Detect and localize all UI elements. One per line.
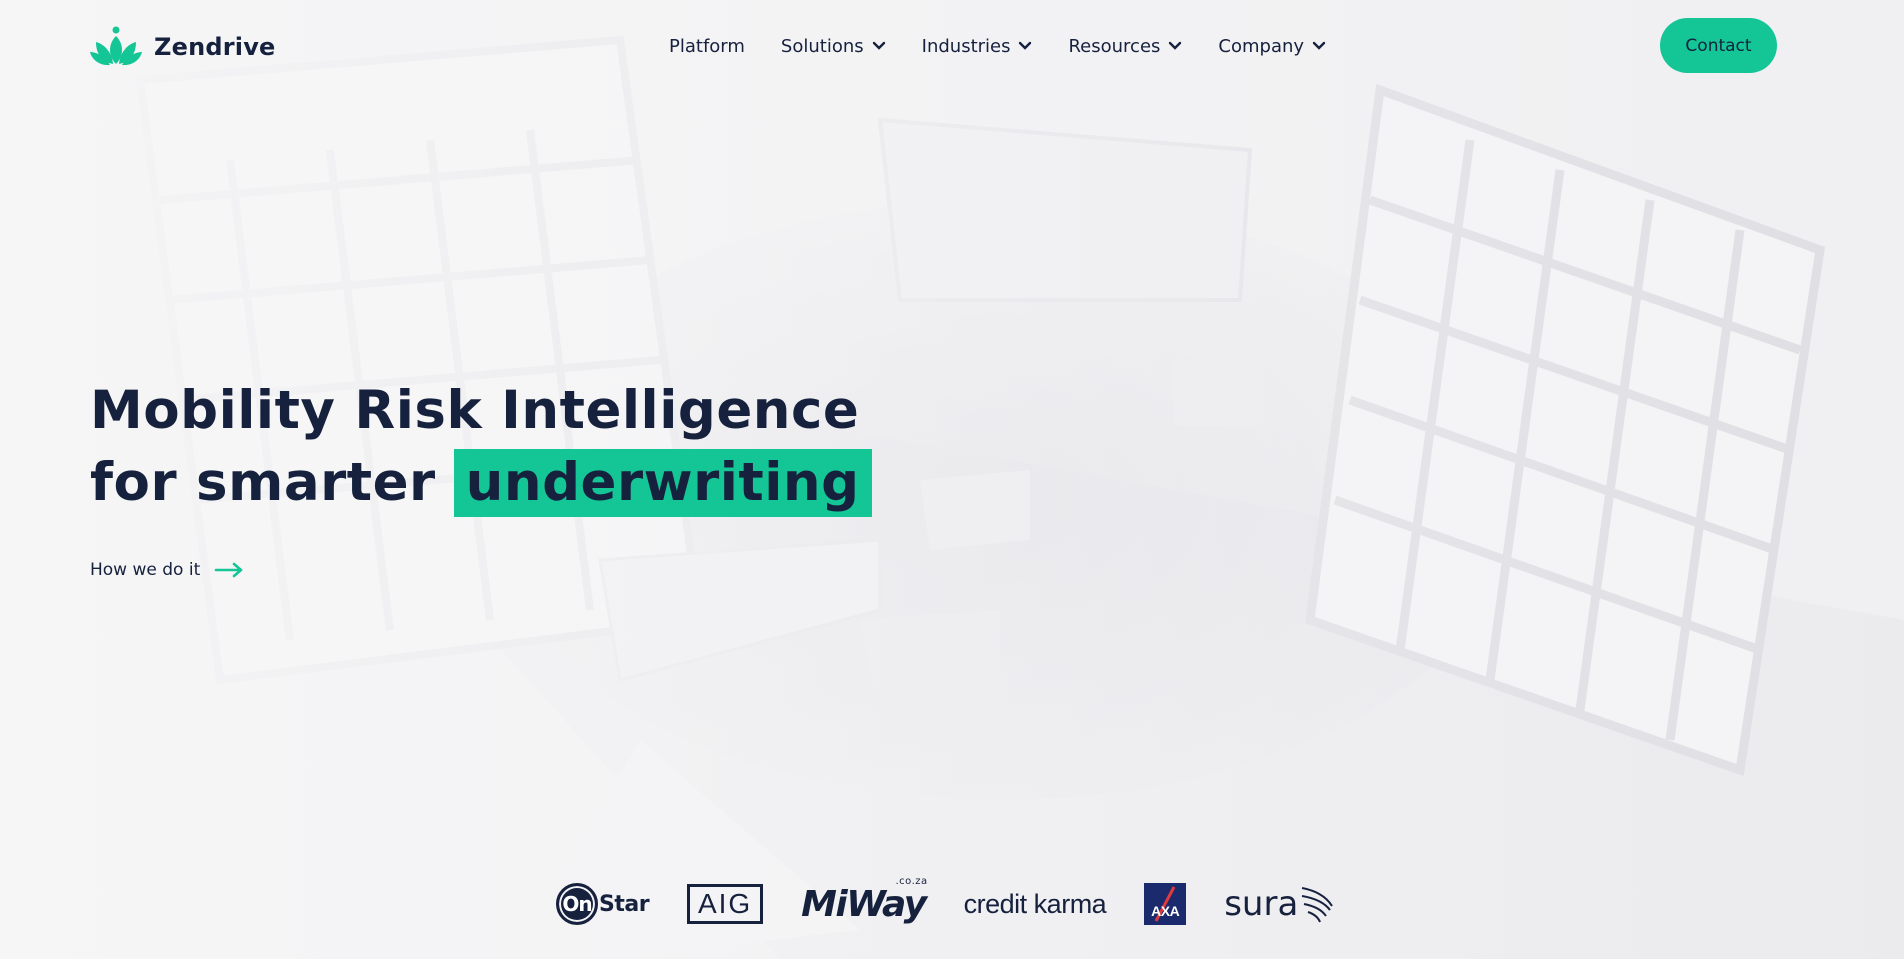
nav-item-platform[interactable]: Platform [669,36,745,57]
arrow-right-icon [214,562,243,578]
nav-item-industries[interactable]: Industries [922,36,1033,57]
credit-karma-wordmark: credit karma [963,888,1107,919]
chevron-down-icon [872,41,885,50]
onstar-logo: On Star [556,880,650,928]
nav-item-label: Solutions [780,35,864,57]
aig-wordmark: AIG [687,884,764,924]
main-nav: Platform Solutions Industries Resources … [669,33,1326,59]
brand-name: Zendrive [154,33,276,61]
brand-logo[interactable]: Zendrive [90,26,276,68]
onstar-wordmark: Star [599,891,650,917]
axa-wordmark: AXA [1151,903,1180,919]
axa-badge: AXA [1144,883,1187,925]
chevron-down-icon [1312,41,1326,50]
how-we-do-it-link[interactable]: How we do it [90,557,244,583]
hero-title-line-1: Mobility Risk Intelligence [90,380,860,441]
sura-wing-icon [1302,887,1334,923]
axa-logo: AXA [1144,880,1187,928]
sura-logo: sura [1224,880,1334,928]
nav-item-resources[interactable]: Resources [1068,36,1182,57]
hero-title-line-2: for smarter underwriting [90,447,872,519]
contact-button[interactable]: Contact [1660,18,1777,73]
lotus-icon [90,26,142,66]
aig-logo: AIG [687,880,764,928]
onstar-badge: On [556,883,598,925]
credit-karma-logo: credit karma [964,880,1107,928]
chevron-down-icon [1169,41,1182,50]
nav-item-label: Platform [669,35,745,57]
sura-wordmark: sura [1224,884,1299,924]
nav-item-label: Company [1218,35,1305,57]
nav-item-label: Resources [1068,35,1161,57]
hero-heading: Mobility Risk Intelligence for smarter u… [90,375,872,519]
hero-title-highlight: underwriting [453,449,872,517]
cta-label: How we do it [90,560,201,580]
hero-title-prefix: for smarter [90,452,436,513]
nav-item-solutions[interactable]: Solutions [781,36,886,57]
miway-logo: MiWay .co.za [801,876,927,928]
miway-domain: .co.za [895,876,928,887]
site-header: Zendrive Platform Solutions Industries R… [0,0,1904,92]
chevron-down-icon [1019,41,1032,50]
nav-item-label: Industries [921,35,1011,57]
miway-wordmark: MiWay [801,883,927,925]
nav-item-company[interactable]: Company [1218,36,1326,57]
partner-logos-strip: On Star AIG MiWay .co.za credit karma AX… [556,876,1346,930]
